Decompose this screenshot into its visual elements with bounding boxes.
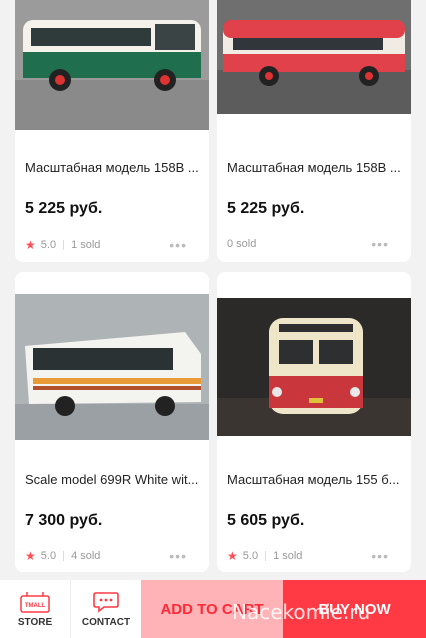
product-title[interactable]: Масштабная модель 158В ... [227, 160, 401, 175]
product-image[interactable] [15, 0, 209, 130]
star-icon: ★ [25, 549, 36, 563]
product-card[interactable]: Scale model 699R White wit... 7 300 руб.… [15, 272, 209, 572]
meta-divider [265, 551, 267, 561]
more-dots-icon[interactable]: ••• [169, 548, 187, 564]
svg-text:TMALL: TMALL [25, 603, 46, 609]
sold-count: 0 sold [227, 238, 257, 250]
sold-count: 1 sold [71, 239, 101, 251]
product-title[interactable]: Scale model 699R White wit... [25, 472, 199, 487]
bottom-action-bar: TMALL STORE CONTACT ADD TO CART BUY NOW [0, 580, 426, 638]
buy-now-button[interactable]: BUY NOW [283, 580, 426, 638]
star-icon: ★ [227, 549, 238, 563]
product-price: 7 300 руб. [25, 512, 103, 529]
product-meta: 0 sold ••• [227, 236, 401, 252]
chat-bubble-icon [93, 592, 119, 613]
product-title[interactable]: Масштабная модель 158В ... [25, 160, 199, 175]
product-grid: Масштабная модель 158В ... 5 225 руб. ★ … [0, 0, 426, 580]
product-card[interactable]: Масштабная модель 158В ... 5 225 руб. 0 … [217, 0, 411, 262]
meta-divider [63, 551, 65, 561]
add-to-cart-button[interactable]: ADD TO CART [141, 580, 283, 638]
meta-divider [63, 240, 65, 250]
contact-button[interactable]: CONTACT [70, 580, 141, 638]
product-price: 5 225 руб. [227, 200, 305, 217]
rating-value: 5.0 [40, 239, 57, 251]
product-image[interactable] [15, 294, 209, 440]
product-meta: ★ 5.0 1 sold ••• [25, 237, 199, 253]
product-price: 5 605 руб. [227, 512, 305, 529]
product-meta: ★ 5.0 1 sold ••• [227, 548, 401, 564]
product-image[interactable] [217, 298, 411, 436]
tmall-store-icon: TMALL [20, 592, 50, 613]
store-label: STORE [17, 617, 53, 628]
more-dots-icon[interactable]: ••• [169, 237, 187, 253]
product-title[interactable]: Масштабная модель 155 б... [227, 472, 401, 487]
rating-value: 5.0 [40, 550, 57, 562]
product-price: 5 225 руб. [25, 200, 103, 217]
sold-count: 1 sold [273, 550, 303, 562]
product-image[interactable] [217, 0, 411, 114]
more-dots-icon[interactable]: ••• [371, 236, 389, 252]
star-icon: ★ [25, 238, 36, 252]
product-meta: ★ 5.0 4 sold ••• [25, 548, 199, 564]
more-dots-icon[interactable]: ••• [371, 548, 389, 564]
product-card[interactable]: Масштабная модель 158В ... 5 225 руб. ★ … [15, 0, 209, 262]
contact-label: CONTACT [81, 617, 131, 628]
sold-count: 4 sold [71, 550, 101, 562]
store-button[interactable]: TMALL STORE [0, 580, 70, 638]
product-card[interactable]: Масштабная модель 155 б... 5 605 руб. ★ … [217, 272, 411, 572]
rating-value: 5.0 [242, 550, 259, 562]
